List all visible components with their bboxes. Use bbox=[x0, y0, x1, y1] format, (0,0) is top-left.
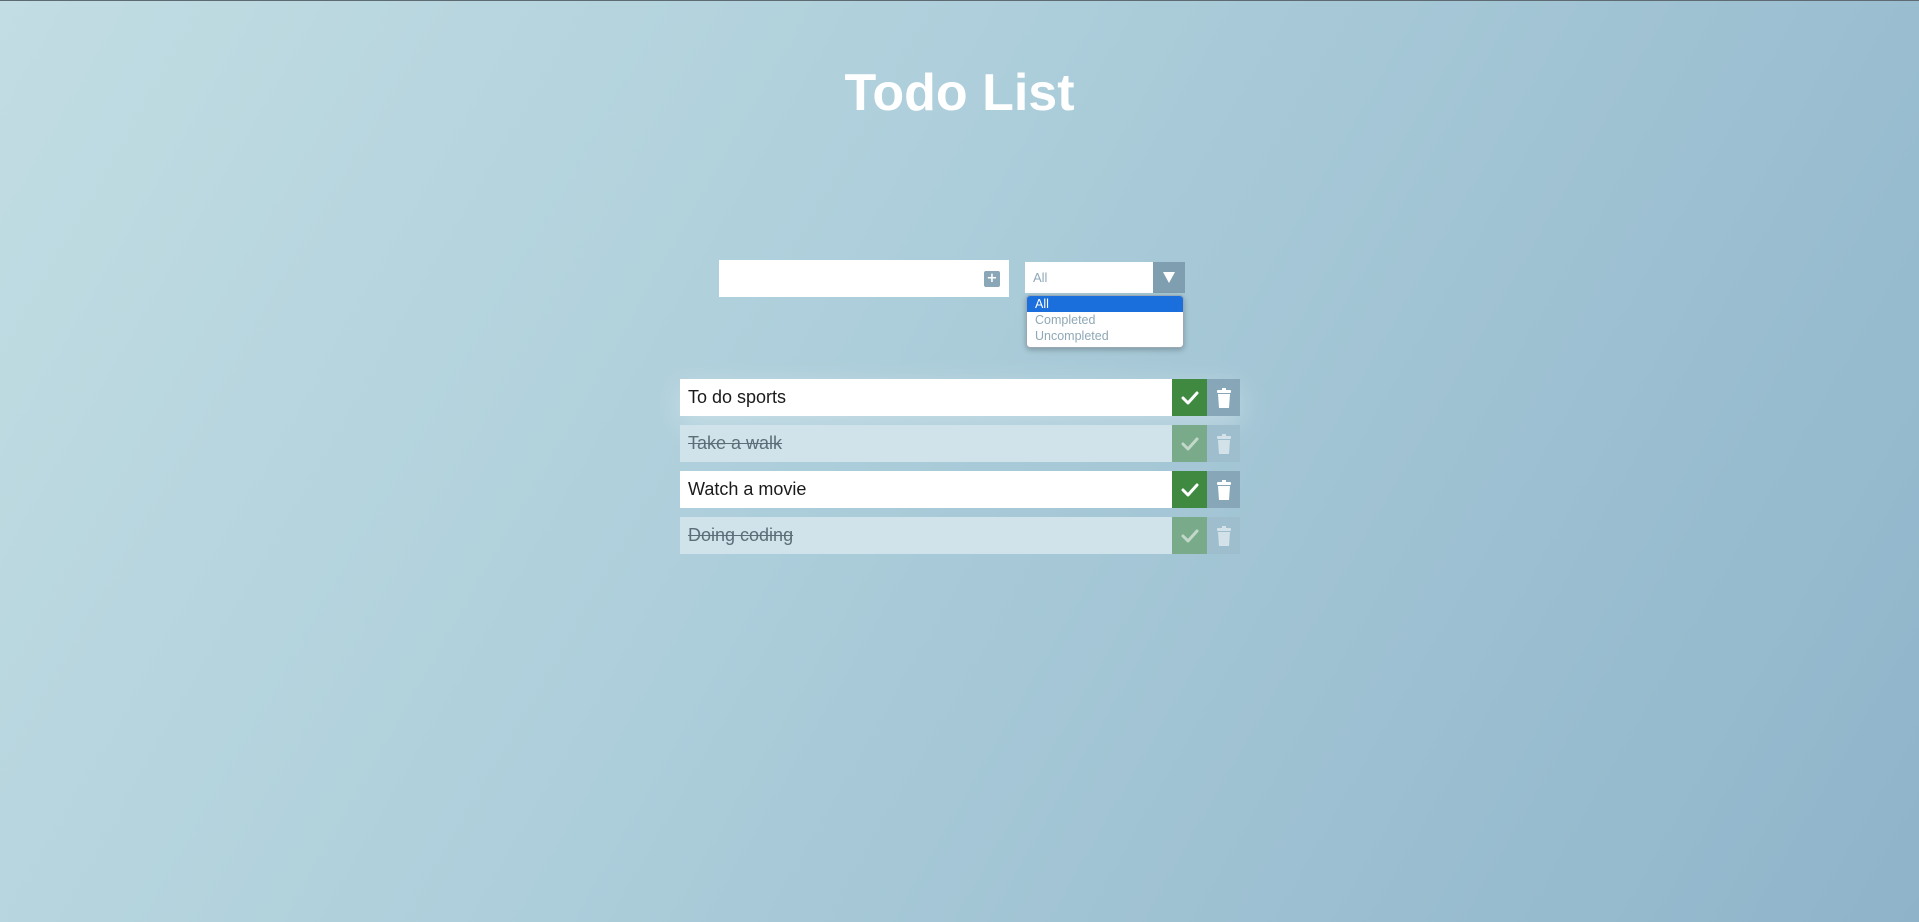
delete-button[interactable] bbox=[1207, 379, 1240, 416]
check-icon bbox=[1181, 391, 1198, 404]
todo-text: Take a walk bbox=[680, 425, 1172, 462]
filter-dropdown: All Completed Uncompleted bbox=[1026, 295, 1184, 348]
trash-icon bbox=[1216, 525, 1231, 546]
filter-select[interactable]: All bbox=[1025, 262, 1185, 293]
check-icon bbox=[1181, 529, 1198, 542]
todo-item: Take a walk bbox=[680, 425, 1240, 462]
delete-button[interactable] bbox=[1207, 471, 1240, 508]
delete-button[interactable] bbox=[1207, 517, 1240, 554]
delete-button[interactable] bbox=[1207, 425, 1240, 462]
filter-option-uncompleted[interactable]: Uncompleted bbox=[1027, 328, 1183, 344]
check-icon bbox=[1181, 437, 1198, 450]
complete-button[interactable] bbox=[1172, 517, 1207, 554]
todo-text: To do sports bbox=[680, 379, 1172, 416]
triangle-down-icon[interactable] bbox=[1153, 262, 1185, 293]
todo-item: Watch a movie bbox=[680, 471, 1240, 508]
todo-input[interactable] bbox=[719, 260, 984, 297]
todo-text: Doing coding bbox=[680, 517, 1172, 554]
trash-icon bbox=[1216, 479, 1231, 500]
complete-button[interactable] bbox=[1172, 379, 1207, 416]
filter-selected-value: All bbox=[1033, 270, 1048, 285]
todo-item: Doing coding bbox=[680, 517, 1240, 554]
add-todo-form: + bbox=[719, 260, 1009, 297]
todo-list: To do sports Take a walk Watch a movie D… bbox=[680, 379, 1240, 563]
plus-icon: + bbox=[986, 270, 998, 286]
filter-option-completed[interactable]: Completed bbox=[1027, 312, 1183, 328]
complete-button[interactable] bbox=[1172, 471, 1207, 508]
page-title: Todo List bbox=[844, 64, 1075, 122]
todo-text: Watch a movie bbox=[680, 471, 1172, 508]
todo-item: To do sports bbox=[680, 379, 1240, 416]
add-todo-button[interactable]: + bbox=[984, 270, 1000, 287]
trash-icon bbox=[1216, 433, 1231, 454]
trash-icon bbox=[1216, 387, 1231, 408]
complete-button[interactable] bbox=[1172, 425, 1207, 462]
check-icon bbox=[1181, 483, 1198, 496]
filter-option-all[interactable]: All bbox=[1027, 296, 1183, 312]
